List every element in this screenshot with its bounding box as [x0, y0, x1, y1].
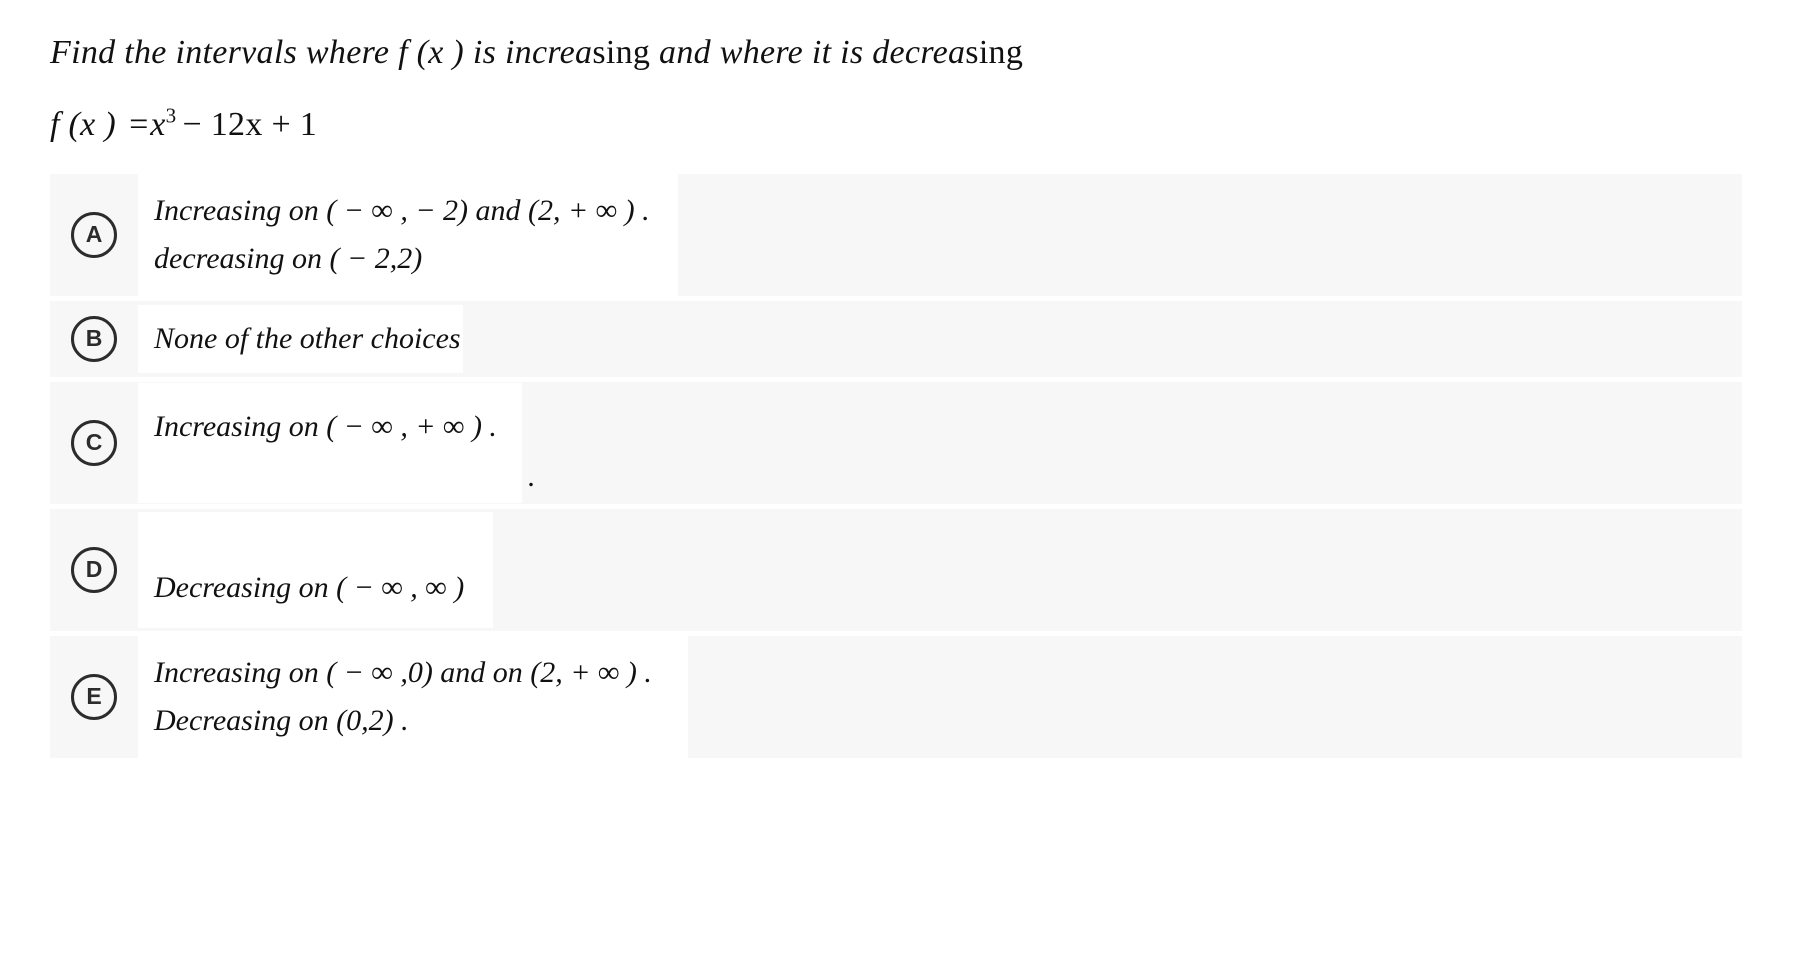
answer-option-e-line-2: Decreasing on (0,2) . — [154, 703, 409, 737]
option-letter-badge-c[interactable]: C — [71, 419, 117, 466]
answer-option-d-badge-cell: D — [50, 509, 138, 631]
quiz-page: Find the intervals where f (x ) is incre… — [0, 0, 1794, 956]
answer-option-b-text-box: None of the other choices — [138, 304, 463, 373]
question-prompt-seg-1: Find the intervals where — [50, 34, 399, 71]
answer-option-c-line-1: Increasing on ( − ∞ , + ∞ ) . — [154, 409, 497, 443]
answer-option-d[interactable]: D Decreasing on ( − ∞ , ∞ ) — [50, 508, 1742, 631]
answer-option-c-text-box: Increasing on ( − ∞ , + ∞ ) . — [138, 382, 522, 503]
option-letter-badge-a[interactable]: A — [71, 211, 117, 258]
question-block: Find the intervals where f (x ) is incre… — [0, 0, 1794, 148]
answer-option-d-line-1: Decreasing on ( − ∞ , ∞ ) — [154, 570, 465, 604]
answer-option-a-text-box: Increasing on ( − ∞ , − 2) and (2, + ∞ )… — [138, 172, 678, 297]
answer-option-b-body: None of the other choices — [138, 301, 1742, 377]
answer-option-b[interactable]: B None of the other choices — [50, 300, 1742, 377]
formula-rest: − 12x + 1 — [182, 105, 318, 143]
answer-options-list: A Increasing on ( − ∞ , − 2) and (2, + ∞… — [0, 172, 1794, 759]
formula-fx: f (x ) — [50, 105, 116, 143]
answer-option-b-line-1: None of the other choices — [154, 321, 461, 355]
option-letter-badge-b[interactable]: B — [71, 315, 117, 362]
answer-option-a-body: Increasing on ( − ∞ , − 2) and (2, + ∞ )… — [138, 172, 1742, 297]
question-prompt-seg-3: sing — [592, 34, 651, 71]
answer-option-a-line-1: Increasing on ( − ∞ , − 2) and (2, + ∞ )… — [154, 193, 650, 227]
option-letter-badge-d[interactable]: D — [71, 546, 117, 593]
formula-exponent: 3 — [165, 103, 177, 128]
answer-option-e[interactable]: E Increasing on ( − ∞ ,0) and on (2, + ∞… — [50, 634, 1742, 759]
answer-option-b-badge-cell: B — [50, 301, 138, 377]
question-prompt-fx: f (x ) — [398, 34, 465, 71]
formula-base: x — [150, 105, 166, 143]
answer-option-c-badge-cell: C — [50, 382, 138, 504]
question-prompt-seg-2: is increa — [464, 34, 593, 71]
answer-option-a-badge-cell: A — [50, 174, 138, 296]
question-formula: f (x ) =x3− 12x + 1 — [50, 102, 1794, 148]
answer-option-d-text-box: Decreasing on ( − ∞ , ∞ ) — [138, 511, 493, 628]
answer-option-c[interactable]: C Increasing on ( − ∞ , + ∞ ) . . — [50, 381, 1742, 504]
answer-option-c-stray-period: . — [528, 459, 536, 493]
question-prompt-seg-5: sing — [965, 34, 1024, 71]
option-letter-badge-e[interactable]: E — [71, 673, 117, 720]
question-prompt: Find the intervals where f (x ) is incre… — [50, 30, 1794, 76]
answer-option-e-badge-cell: E — [50, 636, 138, 758]
question-prompt-seg-4: and where it is decrea — [650, 34, 966, 71]
answer-option-a[interactable]: A Increasing on ( − ∞ , − 2) and (2, + ∞… — [50, 172, 1742, 297]
answer-option-e-text-box: Increasing on ( − ∞ ,0) and on (2, + ∞ )… — [138, 634, 688, 759]
answer-option-c-body: Increasing on ( − ∞ , + ∞ ) . . — [138, 382, 1742, 504]
answer-option-e-line-1: Increasing on ( − ∞ ,0) and on (2, + ∞ )… — [154, 655, 652, 689]
answer-option-d-body: Decreasing on ( − ∞ , ∞ ) — [138, 509, 1742, 631]
answer-option-a-line-2: decreasing on ( − 2,2) — [154, 241, 423, 275]
formula-equals: = — [126, 105, 151, 143]
answer-option-e-body: Increasing on ( − ∞ ,0) and on (2, + ∞ )… — [138, 634, 1742, 759]
